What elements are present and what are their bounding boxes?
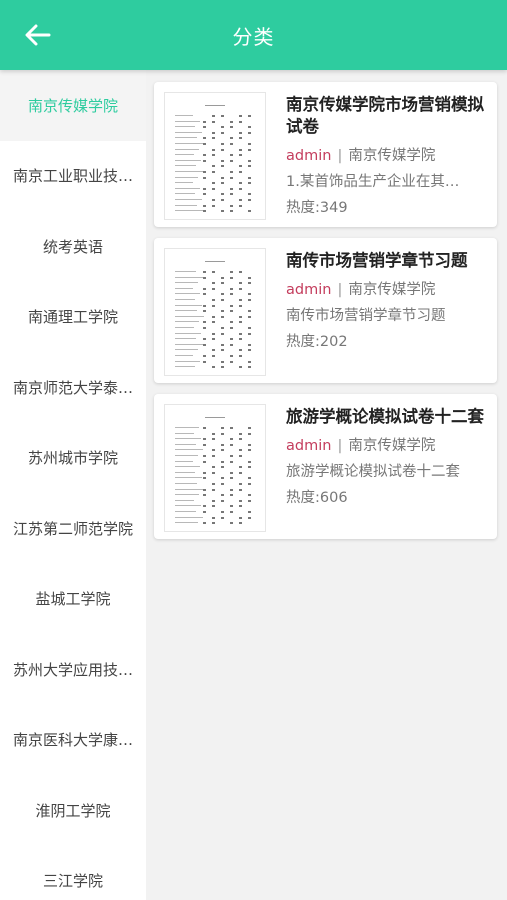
paper-author: admin — [286, 438, 332, 454]
sidebar-item-label: 南京传媒学院 — [27, 96, 118, 115]
paper-title: 南京传媒学院市场营销模拟试卷 — [286, 95, 484, 136]
meta-separator: | — [337, 282, 343, 298]
sidebar-item-label: 盐城工学院 — [35, 590, 111, 609]
sidebar-item-label: 江苏第二师范学院 — [12, 519, 133, 538]
sidebar-item[interactable]: 南京师范大学泰… — [0, 352, 146, 423]
paper-info: 南京传媒学院市场营销模拟试卷 admin | 南京传媒学院 1.某首饰品生产企业在其… — [286, 92, 487, 217]
sidebar-item-label: 南京工业职业技… — [12, 167, 133, 186]
paper-card[interactable]: 旅游学概论模拟试卷十二套 admin | 南京传媒学院 旅游学概论模拟试卷十二套 热… — [154, 394, 497, 539]
paper-meta: admin | 南京传媒学院 — [286, 434, 487, 455]
sidebar-item-label: 苏州城市学院 — [27, 449, 118, 468]
paper-meta: admin | 南京传媒学院 — [286, 144, 487, 165]
sidebar-item[interactable]: 南京传媒学院 — [0, 70, 146, 141]
sidebar-item[interactable]: 江苏第二师范学院 — [0, 493, 146, 564]
sidebar-item[interactable]: 苏州城市学院 — [0, 423, 146, 494]
paper-thumbnail — [164, 248, 266, 376]
sidebar-item[interactable]: 统考英语 — [0, 211, 146, 282]
sidebar-item-label: 南京医科大学康… — [12, 731, 133, 750]
sidebar-item-label: 南通理工学院 — [27, 308, 118, 327]
sidebar-item[interactable]: 淮阴工学院 — [0, 775, 146, 846]
paper-thumbnail — [164, 92, 266, 220]
paper-info: 旅游学概论模拟试卷十二套 admin | 南京传媒学院 旅游学概论模拟试卷十二套 热… — [286, 404, 487, 507]
paper-description: 1.某首饰品生产企业在其… — [286, 174, 460, 190]
top-bar: 分类 — [0, 0, 507, 70]
paper-school: 南京传媒学院 — [348, 438, 436, 454]
paper-school: 南京传媒学院 — [348, 148, 436, 164]
sidebar-item-label: 苏州大学应用技… — [12, 660, 133, 679]
paper-thumbnail — [164, 404, 266, 532]
sidebar-item-label: 南京师范大学泰… — [12, 378, 133, 397]
paper-popularity: 热度:606 — [286, 490, 348, 506]
paper-list: 南京传媒学院市场营销模拟试卷 admin | 南京传媒学院 1.某首饰品生产企业在其… — [146, 70, 507, 900]
paper-description: 旅游学概论模拟试卷十二套 — [286, 464, 460, 480]
sidebar-item-label: 统考英语 — [42, 237, 103, 256]
sidebar-item[interactable]: 盐城工学院 — [0, 564, 146, 635]
app: 分类 南京传媒学院 南京工业职业技… 统考英语 南通理工学院 南京师范大学泰… … — [0, 0, 507, 900]
category-sidebar[interactable]: 南京传媒学院 南京工业职业技… 统考英语 南通理工学院 南京师范大学泰… 苏州城… — [0, 70, 146, 900]
paper-popularity: 热度:202 — [286, 334, 348, 350]
paper-school: 南京传媒学院 — [348, 282, 436, 298]
paper-title: 南传市场营销学章节习题 — [286, 251, 468, 270]
page-title: 分类 — [232, 24, 275, 49]
paper-info: 南传市场营销学章节习题 admin | 南京传媒学院 南传市场营销学章节习题 热度:… — [286, 248, 487, 351]
sidebar-item[interactable]: 苏州大学应用技… — [0, 634, 146, 705]
sidebar-item[interactable]: 南京医科大学康… — [0, 705, 146, 776]
sidebar-item-label: 三江学院 — [42, 872, 103, 891]
paper-popularity: 热度:349 — [286, 200, 348, 216]
paper-card[interactable]: 南传市场营销学章节习题 admin | 南京传媒学院 南传市场营销学章节习题 热度:… — [154, 238, 497, 383]
paper-description: 南传市场营销学章节习题 — [286, 308, 446, 324]
paper-title: 旅游学概论模拟试卷十二套 — [286, 407, 484, 426]
meta-separator: | — [337, 148, 343, 164]
paper-meta: admin | 南京传媒学院 — [286, 278, 487, 299]
sidebar-item[interactable]: 三江学院 — [0, 846, 146, 900]
sidebar-item-label: 淮阴工学院 — [35, 801, 111, 820]
paper-author: admin — [286, 148, 332, 164]
sidebar-item[interactable]: 南通理工学院 — [0, 282, 146, 353]
paper-card[interactable]: 南京传媒学院市场营销模拟试卷 admin | 南京传媒学院 1.某首饰品生产企业在其… — [154, 82, 497, 227]
paper-author: admin — [286, 282, 332, 298]
meta-separator: | — [337, 438, 343, 454]
sidebar-item[interactable]: 南京工业职业技… — [0, 141, 146, 212]
main-body: 南京传媒学院 南京工业职业技… 统考英语 南通理工学院 南京师范大学泰… 苏州城… — [0, 70, 507, 900]
